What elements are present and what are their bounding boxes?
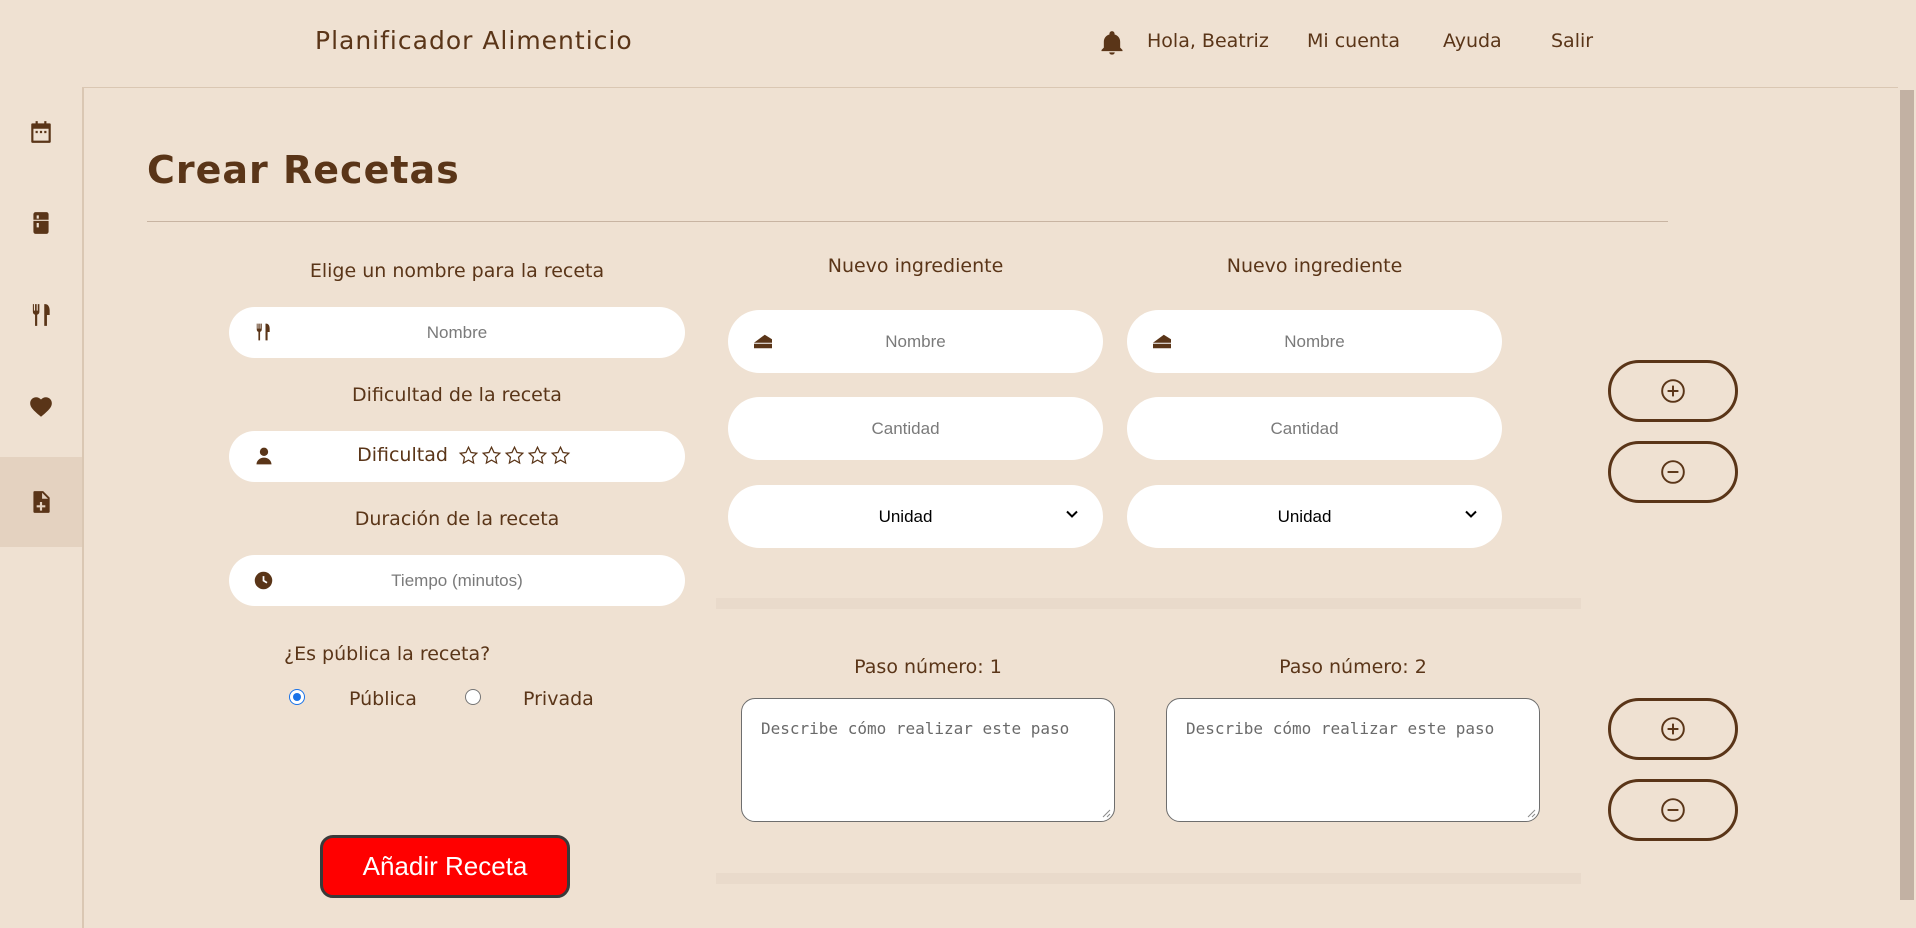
duration-label: Duración de la receta <box>354 508 560 530</box>
heart-icon <box>30 397 52 417</box>
section-divider <box>716 598 1581 609</box>
add-recipe-button[interactable]: Añadir Receta <box>320 835 570 898</box>
ingredient-2-name-input[interactable]: Nombre <box>1127 310 1502 373</box>
ingredient-2-unit-value: Unidad <box>1277 506 1332 526</box>
greeting-link[interactable]: Hola, Beatriz <box>1147 30 1269 52</box>
visibility-label: ¿Es pública la receta? <box>284 643 491 665</box>
star-icon[interactable] <box>527 445 548 466</box>
duration-placeholder: Tiempo (minutos) <box>391 570 523 590</box>
remove-ingredient-button[interactable] <box>1608 441 1738 503</box>
utensils-icon <box>32 304 50 326</box>
file-plus-icon <box>33 491 50 513</box>
sidebar-item-calendar[interactable] <box>0 87 82 177</box>
minus-circle-icon <box>1661 460 1685 484</box>
nav-my-account[interactable]: Mi cuenta <box>1307 30 1400 52</box>
ingredient-2-name-placeholder: Nombre <box>1284 331 1345 351</box>
sidebar-item-fridge[interactable] <box>0 178 82 268</box>
chevron-down-icon <box>1465 510 1477 518</box>
ingredient-2-quantity-input[interactable]: Cantidad <box>1127 397 1502 460</box>
difficulty-stars[interactable] <box>458 445 571 466</box>
app-title: Planificador Alimenticio <box>315 26 633 55</box>
step-1-title: Paso número: 1 <box>854 656 1002 678</box>
ingredient-1-title: Nuevo ingrediente <box>827 255 1004 277</box>
public-option-label[interactable]: Pública <box>349 688 417 710</box>
plus-circle-icon <box>1661 379 1685 403</box>
chevron-down-icon <box>1066 510 1078 518</box>
difficulty-text: Dificultad <box>357 444 448 466</box>
minus-circle-icon <box>1661 798 1685 822</box>
duration-input[interactable]: Tiempo (minutos) <box>229 555 685 606</box>
step-1-placeholder: Describe cómo realizar este paso <box>761 719 1070 738</box>
private-radio[interactable] <box>465 689 481 705</box>
calendar-icon <box>31 121 51 143</box>
private-option-label[interactable]: Privada <box>523 688 594 710</box>
step-2-placeholder: Describe cómo realizar este paso <box>1186 719 1495 738</box>
title-divider <box>147 221 1668 222</box>
ingredient-1-unit-value: Unidad <box>878 506 933 526</box>
recipe-name-input[interactable]: Nombre <box>229 307 685 358</box>
nav-logout[interactable]: Salir <box>1551 30 1593 52</box>
top-header <box>0 0 1916 87</box>
resize-handle-icon[interactable] <box>1526 808 1536 818</box>
difficulty-label: Dificultad de la receta <box>352 384 562 406</box>
sidebar-item-create-recipe[interactable] <box>0 457 82 547</box>
public-radio[interactable] <box>289 689 305 705</box>
resize-handle-icon[interactable] <box>1101 808 1111 818</box>
difficulty-field[interactable]: Dificultad <box>229 431 685 482</box>
sidebar-item-favorites[interactable] <box>0 362 82 452</box>
step-2-title: Paso número: 2 <box>1279 656 1427 678</box>
ingredient-2-quantity-placeholder: Cantidad <box>1270 418 1339 438</box>
remove-step-button[interactable] <box>1608 779 1738 841</box>
sidebar-item-recipes[interactable] <box>0 270 82 360</box>
ingredient-2-title: Nuevo ingrediente <box>1226 255 1403 277</box>
scrollbar-thumb[interactable] <box>1900 90 1914 900</box>
ingredient-1-name-input[interactable]: Nombre <box>728 310 1103 373</box>
nav-help[interactable]: Ayuda <box>1443 30 1502 52</box>
section-divider-bottom <box>716 873 1581 884</box>
add-step-button[interactable] <box>1608 698 1738 760</box>
ingredient-1-unit-select[interactable]: Unidad <box>728 485 1103 548</box>
fridge-icon <box>33 212 49 234</box>
add-ingredient-button[interactable] <box>1608 360 1738 422</box>
star-icon[interactable] <box>481 445 502 466</box>
recipe-name-placeholder: Nombre <box>426 322 488 342</box>
step-2-textarea[interactable]: Describe cómo realizar este paso <box>1166 698 1540 822</box>
bell-icon[interactable] <box>1098 29 1126 57</box>
recipe-name-label: Elige un nombre para la receta <box>309 260 605 282</box>
ingredient-1-quantity-placeholder: Cantidad <box>871 418 940 438</box>
star-icon[interactable] <box>458 445 479 466</box>
star-icon[interactable] <box>550 445 571 466</box>
ingredient-1-quantity-input[interactable]: Cantidad <box>728 397 1103 460</box>
page-title: Crear Recetas <box>147 148 460 192</box>
ingredient-2-unit-select[interactable]: Unidad <box>1127 485 1502 548</box>
plus-circle-icon <box>1661 717 1685 741</box>
step-1-textarea[interactable]: Describe cómo realizar este paso <box>741 698 1115 822</box>
star-icon[interactable] <box>504 445 525 466</box>
ingredient-1-name-placeholder: Nombre <box>885 331 946 351</box>
